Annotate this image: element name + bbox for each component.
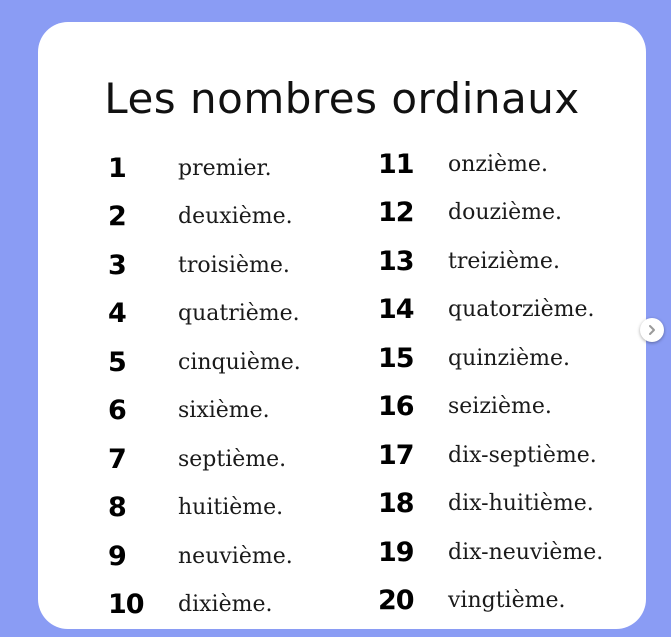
ordinal-word: onzième.	[448, 151, 548, 177]
ordinal-number: 7	[108, 443, 127, 475]
ordinal-word: septième.	[178, 446, 287, 472]
ordinal-word: premier.	[178, 155, 272, 181]
ordinal-row: 9 neuvième.	[108, 532, 301, 581]
ordinal-row: 14 quatorzième.	[378, 286, 603, 335]
ordinal-number: 14	[378, 294, 415, 326]
ordinal-word: quatorzième.	[448, 297, 595, 323]
page-title: Les nombres ordinaux	[104, 74, 580, 123]
ordinal-word: troisième.	[178, 252, 290, 278]
ordinal-word: dixième.	[178, 592, 273, 618]
ordinal-number: 1	[108, 152, 127, 184]
ordinal-number: 13	[378, 245, 415, 277]
ordinal-word: quinzième.	[448, 345, 570, 371]
ordinal-row: 4 quatrième.	[108, 290, 301, 339]
ordinals-right-column: 11 onzième. 12 douzième. 13 treizième. 14 qu…	[378, 140, 603, 625]
ordinal-number: 10	[108, 589, 145, 621]
chevron-right-icon	[646, 324, 658, 336]
ordinal-number: 2	[108, 201, 127, 233]
ordinal-row: 12 douzième.	[378, 189, 603, 238]
ordinal-row: 15 quinzième.	[378, 334, 603, 383]
ordinal-row: 1 premier.	[108, 144, 301, 193]
ordinal-word: neuvième.	[178, 543, 293, 569]
ordinal-numbers-card: Les nombres ordinaux 1 premier. 2 deuxième…	[38, 22, 646, 629]
ordinal-row: 3 troisième.	[108, 241, 301, 290]
ordinal-number: 4	[108, 298, 127, 330]
ordinal-word: dix-huitième.	[448, 491, 594, 517]
ordinal-word: sixième.	[178, 398, 270, 424]
ordinal-row: 17 dix-septième.	[378, 431, 603, 480]
ordinal-row: 16 seizième.	[378, 383, 603, 432]
ordinals-left-column: 1 premier. 2 deuxième. 3 troisième. 4 quatri…	[108, 144, 301, 629]
ordinal-row: 8 huitième.	[108, 484, 301, 533]
ordinal-row: 11 onzième.	[378, 140, 603, 189]
ordinal-number: 8	[108, 492, 127, 524]
ordinal-number: 12	[378, 197, 415, 229]
ordinal-word: deuxième.	[178, 204, 293, 230]
ordinal-word: vingtième.	[448, 588, 566, 614]
ordinal-row: 18 dix-huitième.	[378, 480, 603, 529]
ordinal-row: 19 dix-neuvième.	[378, 528, 603, 577]
ordinal-number: 6	[108, 395, 127, 427]
ordinal-row: 20 vingtième.	[378, 577, 603, 626]
ordinal-row: 13 treizième.	[378, 237, 603, 286]
ordinal-row: 5 cinquième.	[108, 338, 301, 387]
ordinal-number: 20	[378, 585, 415, 617]
ordinal-number: 15	[378, 342, 415, 374]
ordinal-row: 6 sixième.	[108, 387, 301, 436]
ordinal-word: douzième.	[448, 200, 563, 226]
ordinal-word: treizième.	[448, 248, 560, 274]
ordinal-word: quatrième.	[178, 301, 300, 327]
ordinal-row: 2 deuxième.	[108, 193, 301, 242]
ordinal-word: dix-neuvième.	[448, 539, 604, 565]
ordinal-number: 5	[108, 346, 127, 378]
ordinal-word: cinquième.	[178, 349, 301, 375]
ordinal-word: dix-septième.	[448, 442, 597, 468]
ordinal-number: 18	[378, 488, 415, 520]
ordinal-number: 19	[378, 536, 415, 568]
ordinal-word: seizième.	[448, 394, 552, 420]
ordinal-number: 3	[108, 249, 127, 281]
ordinal-number: 16	[378, 391, 415, 423]
ordinal-number: 9	[108, 540, 127, 572]
ordinal-number: 17	[378, 439, 415, 471]
ordinal-row: 10 dixième.	[108, 581, 301, 630]
ordinal-row: 7 septième.	[108, 435, 301, 484]
next-slide-button[interactable]	[640, 318, 664, 342]
ordinal-word: huitième.	[178, 495, 284, 521]
ordinal-number: 11	[378, 148, 415, 180]
